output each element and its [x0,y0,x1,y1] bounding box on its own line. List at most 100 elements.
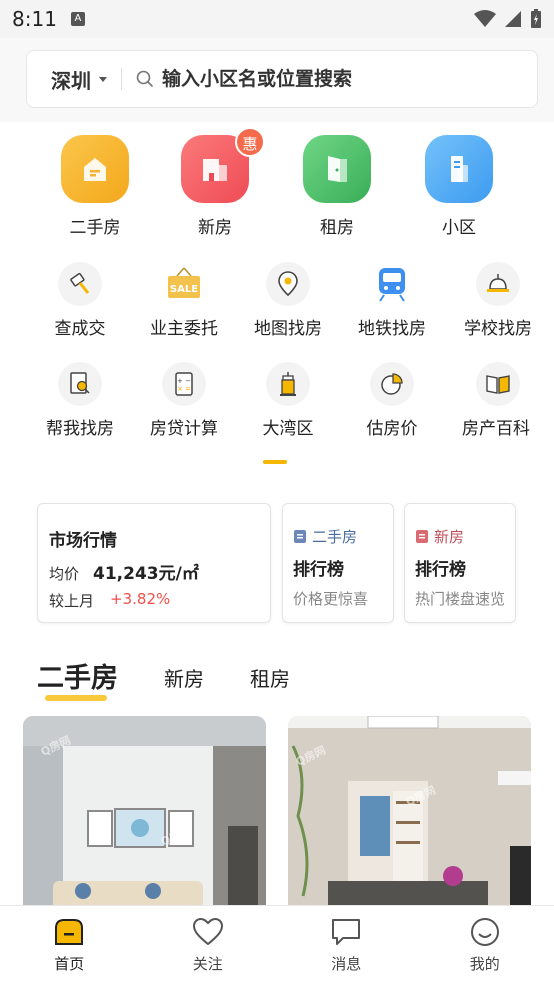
hammer-icon [58,262,102,306]
tower-icon [266,362,310,406]
tool-label: 学校找房 [464,319,532,339]
nav-home[interactable]: 首页 [0,906,139,985]
tab-label: 租房 [250,667,290,691]
chevron-down-icon [99,76,107,82]
svg-text:+ −: + − [177,377,191,385]
nav-label: 我的 [469,955,500,973]
nav-follow[interactable]: 关注 [139,906,278,985]
search-input[interactable] [162,68,482,90]
discount-badge: 惠 [235,127,265,157]
category-secondhand[interactable]: 二手房 [35,135,155,238]
nav-messages[interactable]: 消息 [277,906,416,985]
map-pin-icon [266,262,310,306]
bottom-nav: 首页 关注 消息 我的 [0,905,554,985]
search-doc-icon [58,362,102,406]
tool-label: 帮我找房 [46,419,114,439]
nav-label: 消息 [331,955,362,973]
ranking-tag: 二手房 [293,526,393,547]
divider [121,68,122,90]
market-card[interactable]: 市场行情 均价 41,243元/㎡ 较上月 +3.82% [37,503,271,623]
tool-encyclopedia[interactable]: 房产百科 [446,362,554,439]
tool-owner-listing[interactable]: SALE 业主委托 [134,262,234,339]
tab-rent[interactable]: 租房 [250,663,290,692]
category-newhouse[interactable]: 惠 新房 [155,127,275,238]
tool-deal-history[interactable]: 查成交 [30,262,130,339]
tool-label: 查成交 [54,319,106,339]
city-label: 深圳 [51,68,91,93]
message-icon [332,919,361,945]
category-label: 二手房 [69,218,121,238]
tool-map-search[interactable]: 地图找房 [238,262,338,339]
tab-label: 二手房 [37,663,118,694]
school-bell-icon [476,262,520,306]
tab-active-indicator [45,695,107,701]
newhouse-ranking-card[interactable]: 新房 排行榜 热门楼盘速览 [404,503,516,623]
apartment-icon [425,135,493,203]
tool-label: 估房价 [366,419,418,439]
mom-value: +3.82% [110,590,171,608]
tool-subway-search[interactable]: 地铁找房 [342,262,442,339]
door-icon [303,135,371,203]
tool-label: 房贷计算 [150,419,218,439]
avg-price-label: 均价 [49,565,80,583]
tool-label: 房产百科 [462,419,530,439]
tool-help-find[interactable]: 帮我找房 [30,362,130,439]
document-icon [294,530,306,543]
tool-label: 业主委托 [150,319,218,339]
ranking-tag: 新房 [415,526,515,547]
status-bar: 8:11 A [0,0,554,38]
tool-label: 地图找房 [254,319,322,339]
mom-row: 较上月 +3.82% [49,590,270,611]
tab-secondhand[interactable]: 二手房 [37,656,118,701]
sale-tag-icon: SALE [162,262,206,306]
document-icon [416,530,428,543]
page-indicator [263,460,287,464]
tool-label: 地铁找房 [358,319,426,339]
ranking-subtitle: 热门楼盘速览 [415,590,506,608]
search-box[interactable]: 深圳 [26,50,538,108]
avg-price-value: 41,243元/㎡ [93,564,199,584]
tool-school-search[interactable]: 学校找房 [446,262,554,339]
ranking-tag-label: 二手房 [312,528,358,546]
nav-me[interactable]: 我的 [416,906,554,985]
status-time: 8:11 [12,7,57,31]
ranking-subtitle: 价格更惊喜 [293,590,369,608]
book-icon [476,362,520,406]
listing-photo[interactable]: Q房网 Q房网 [23,716,266,916]
bedroom-image: Q房网 Q房网 [288,716,531,916]
category-label: 小区 [442,218,476,238]
smile-icon [470,918,499,946]
category-label: 新房 [198,218,232,238]
svg-text:× =: × = [177,385,191,393]
ranking-title: 排行榜 [415,560,466,580]
home-icon [55,919,84,945]
house-icon [61,135,129,203]
wifi-icon [474,10,496,27]
main-categories: 二手房 惠 新房 租房 小区 [0,127,554,245]
app-screen: 8:11 A 深圳 二手房 [0,0,554,985]
listing-tabs: 二手房 新房 租房 [37,655,336,701]
category-community[interactable]: 小区 [399,135,519,238]
ranking-title: 排行榜 [293,560,344,580]
city-selector[interactable]: 深圳 [27,65,121,94]
nav-label: 首页 [54,955,85,973]
tool-label: 大湾区 [262,419,314,439]
heart-icon [192,917,223,946]
mom-label: 较上月 [49,592,95,610]
tool-bay-area[interactable]: 大湾区 [238,362,338,439]
notification-icon: A [70,12,85,26]
nav-label: 关注 [192,955,223,973]
category-rent[interactable]: 租房 [277,135,397,238]
listing-photo[interactable]: Q房网 Q房网 [288,716,531,916]
building-icon: 惠 [181,127,265,203]
tab-label: 新房 [164,667,204,691]
battery-icon [531,9,541,28]
secondhand-ranking-card[interactable]: 二手房 排行榜 价格更惊喜 [282,503,394,623]
tab-newhouse[interactable]: 新房 [164,663,204,692]
sale-tag-text: SALE [170,284,198,295]
search-area: 深圳 [0,38,554,122]
tool-mortgage-calc[interactable]: + − × = 房贷计算 [134,362,234,439]
pie-chart-icon [370,362,414,406]
tool-price-estimate[interactable]: 估房价 [342,362,442,439]
cellular-icon [505,11,521,27]
